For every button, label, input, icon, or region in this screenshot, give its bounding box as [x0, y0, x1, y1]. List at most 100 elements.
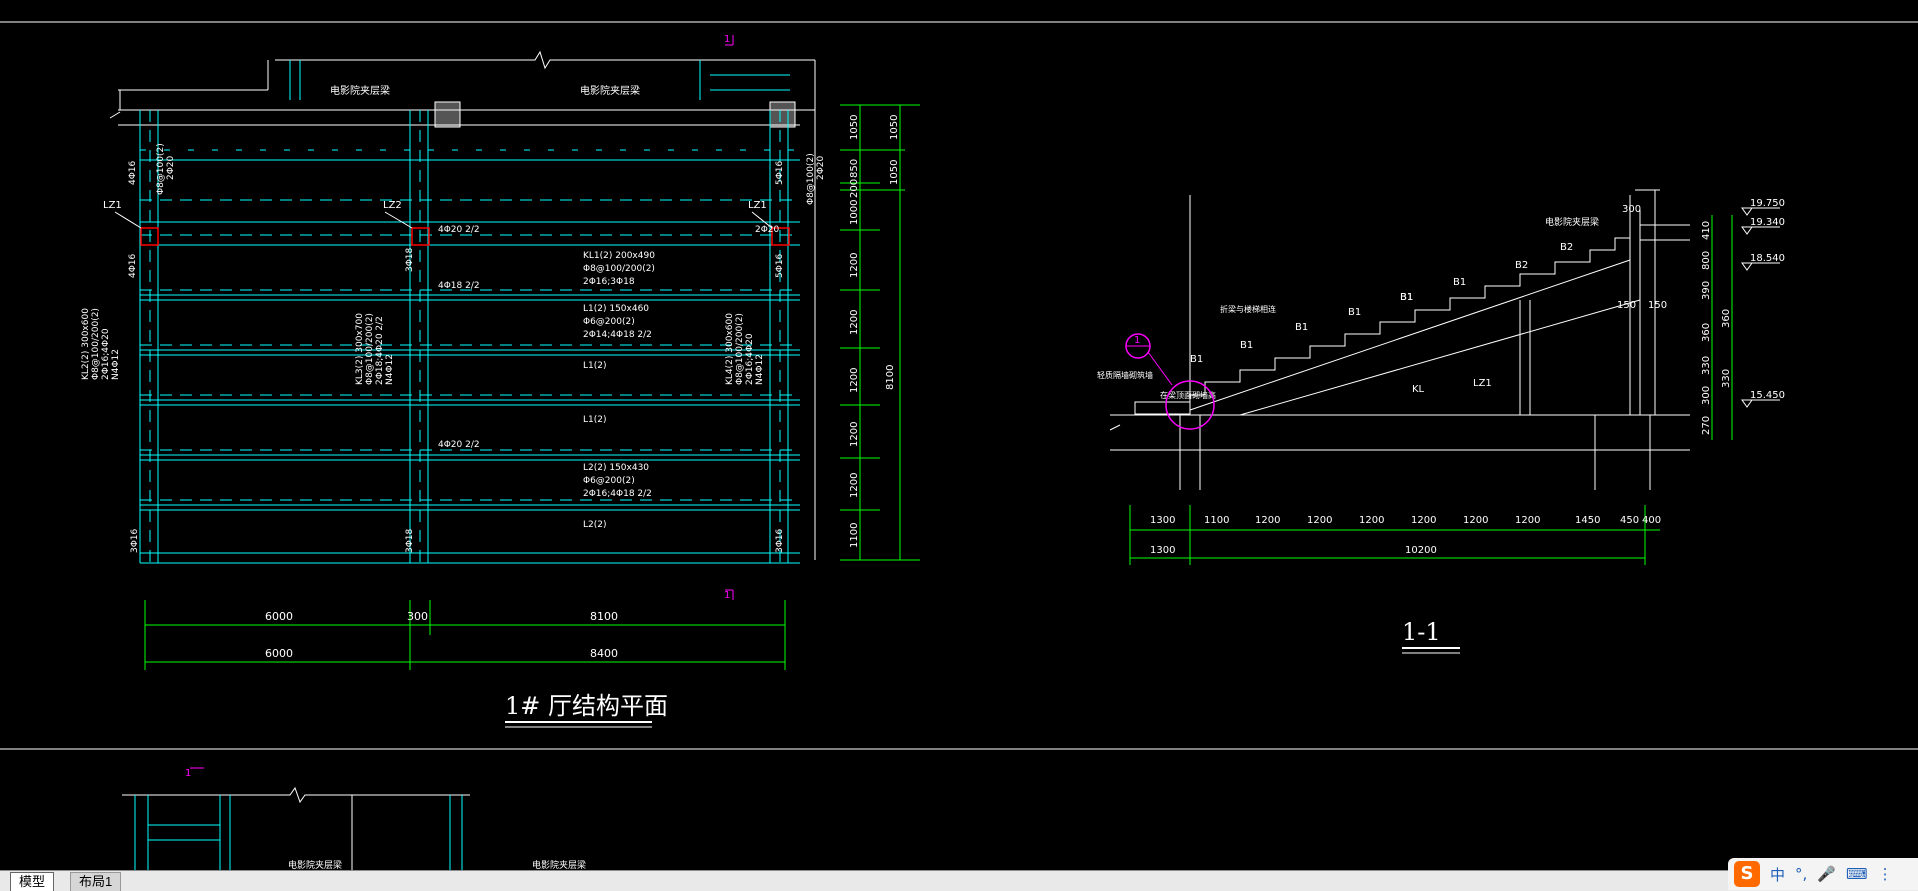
svg-text:450: 450 [1620, 515, 1639, 526]
svg-text:KL2(2) 300x600: KL2(2) 300x600 [81, 308, 91, 380]
svg-text:N4Φ12: N4Φ12 [111, 349, 121, 380]
svg-text:L2(2): L2(2) [583, 520, 607, 530]
svg-text:1050: 1050 [849, 115, 860, 140]
svg-text:电影院夹层梁: 电影院夹层梁 [1545, 216, 1599, 228]
ime-punctuation-toggle[interactable]: °, [1795, 865, 1807, 883]
svg-text:300: 300 [1622, 204, 1641, 215]
section-view: 电影院夹层梁 B2 B2 B1 B1 B1 B1 B1 B1 B1 KL LZ1… [1097, 189, 1785, 654]
svg-text:410: 410 [1701, 221, 1712, 240]
svg-text:6000: 6000 [265, 610, 293, 623]
svg-text:330: 330 [1701, 356, 1712, 375]
svg-text:3Φ18: 3Φ18 [405, 528, 415, 553]
plan-beam-label-2: 电影院夹层梁 [580, 84, 640, 97]
svg-text:轻质隔墙砌筑墙: 轻质隔墙砌筑墙 [1097, 370, 1153, 380]
svg-text:2Φ16;3Φ18: 2Φ16;3Φ18 [583, 277, 635, 287]
svg-text:N4Φ12: N4Φ12 [385, 354, 395, 385]
svg-text:270: 270 [1701, 416, 1712, 435]
svg-text:1300: 1300 [1150, 545, 1175, 556]
svg-text:390: 390 [1701, 281, 1712, 300]
svg-text:300: 300 [407, 610, 428, 623]
svg-text:B2: B2 [1515, 260, 1528, 271]
svg-text:2Φ20: 2Φ20 [755, 225, 780, 235]
svg-text:1200: 1200 [849, 368, 860, 393]
svg-text:电影院夹层梁: 电影院夹层梁 [532, 859, 586, 870]
lower-view: 1 电影院夹层梁 电影院夹层梁 [122, 767, 586, 870]
tab-model[interactable]: 模型 [10, 872, 55, 891]
svg-text:1200: 1200 [1359, 515, 1384, 526]
menu-icon[interactable]: ⋮ [1878, 865, 1893, 883]
svg-text:1000: 1000 [849, 200, 860, 225]
svg-text:Φ8@100(2): Φ8@100(2) [156, 143, 166, 195]
svg-text:6000: 6000 [265, 647, 293, 660]
svg-text:电影院夹层梁: 电影院夹层梁 [288, 859, 342, 870]
svg-text:Φ8@100/200(2): Φ8@100/200(2) [365, 313, 375, 385]
tab-layout1[interactable]: 布局1 [70, 872, 122, 891]
svg-text:2Φ18;4Φ20 2/2: 2Φ18;4Φ20 2/2 [375, 316, 385, 385]
lower-section-mark: 1 [185, 768, 191, 779]
svg-text:1100: 1100 [1204, 515, 1229, 526]
svg-text:2Φ20: 2Φ20 [816, 155, 826, 180]
section-callout-number: 1 [1134, 335, 1140, 346]
svg-text:19.750: 19.750 [1750, 198, 1785, 209]
svg-text:1200: 1200 [849, 422, 860, 447]
svg-text:4Φ16: 4Φ16 [128, 253, 138, 278]
plan-section-mark-top: 1 [724, 34, 730, 45]
svg-text:1450: 1450 [1575, 515, 1600, 526]
svg-text:4Φ16: 4Φ16 [128, 160, 138, 185]
column-label-lz1-right: LZ1 [748, 200, 767, 211]
svg-text:KL3(2) 300x700: KL3(2) 300x700 [355, 313, 365, 385]
svg-text:Φ8@100/200(2): Φ8@100/200(2) [735, 313, 745, 385]
svg-text:Φ8@100/200(2): Φ8@100/200(2) [583, 264, 655, 274]
sogou-logo-icon[interactable]: S [1734, 861, 1760, 887]
svg-text:折梁与楼梯相连: 折梁与楼梯相连 [1220, 304, 1276, 314]
svg-text:200: 200 [849, 179, 860, 198]
svg-text:1050: 1050 [889, 160, 900, 185]
svg-text:400: 400 [1642, 515, 1661, 526]
plan-beam-label-1: 电影院夹层梁 [330, 84, 390, 97]
svg-text:B1: B1 [1190, 354, 1203, 365]
svg-text:KL: KL [1412, 384, 1425, 395]
svg-text:KL4(2) 300x600: KL4(2) 300x600 [725, 313, 735, 385]
plan-section-mark-bottom: 1 [724, 590, 730, 601]
svg-text:N4Φ12: N4Φ12 [755, 354, 765, 385]
keyboard-icon[interactable]: ⌨ [1846, 865, 1868, 883]
svg-text:1200: 1200 [849, 473, 860, 498]
ime-toolbar: S 中 °, 🎤 ⌨ ⋮ [1728, 858, 1918, 890]
svg-text:1200: 1200 [1515, 515, 1540, 526]
plan-view: 电影院夹层梁 电影院夹层梁 LZ1 LZ2 LZ1 4Φ20 2/2 4Φ18 … [81, 34, 920, 728]
svg-text:19.340: 19.340 [1750, 217, 1785, 228]
svg-text:360: 360 [1701, 323, 1712, 342]
layout-tab-bar: 模型 布局1 [0, 870, 1918, 891]
svg-text:1200: 1200 [849, 253, 860, 278]
svg-text:5Φ16: 5Φ16 [775, 253, 785, 278]
svg-text:1200: 1200 [1411, 515, 1436, 526]
svg-text:3Φ18: 3Φ18 [405, 247, 415, 272]
svg-text:B1: B1 [1295, 322, 1308, 333]
svg-text:2Φ16;4Φ20: 2Φ16;4Φ20 [745, 333, 755, 385]
column-label-lz2: LZ2 [383, 200, 402, 211]
svg-text:18.540: 18.540 [1750, 253, 1785, 264]
svg-text:8100: 8100 [885, 365, 896, 390]
svg-text:L1(2): L1(2) [583, 415, 607, 425]
svg-text:1200: 1200 [1255, 515, 1280, 526]
column-label-lz1-left: LZ1 [103, 200, 122, 211]
svg-text:L1(2): L1(2) [583, 361, 607, 371]
ime-language-toggle[interactable]: 中 [1770, 864, 1785, 885]
svg-text:B1: B1 [1348, 307, 1361, 318]
svg-text:KL1(2) 200x490: KL1(2) 200x490 [583, 251, 655, 261]
svg-text:2Φ20: 2Φ20 [166, 155, 176, 180]
svg-text:3Φ16: 3Φ16 [775, 528, 785, 553]
svg-text:2Φ16;4Φ20: 2Φ16;4Φ20 [101, 328, 111, 380]
svg-text:360: 360 [1721, 309, 1732, 328]
cad-drawing-canvas[interactable]: 电影院夹层梁 电影院夹层梁 LZ1 LZ2 LZ1 4Φ20 2/2 4Φ18 … [0, 0, 1918, 870]
svg-text:150: 150 [1648, 300, 1667, 311]
section-title: 1-1 [1402, 618, 1441, 646]
svg-text:10200: 10200 [1405, 545, 1437, 556]
svg-text:Φ6@200(2): Φ6@200(2) [583, 317, 635, 327]
microphone-icon[interactable]: 🎤 [1817, 865, 1836, 883]
svg-text:15.450: 15.450 [1750, 390, 1785, 401]
svg-text:B1: B1 [1240, 340, 1253, 351]
svg-text:1200: 1200 [849, 310, 860, 335]
svg-text:Φ8@100(2): Φ8@100(2) [806, 153, 816, 205]
svg-text:B1: B1 [1453, 277, 1466, 288]
